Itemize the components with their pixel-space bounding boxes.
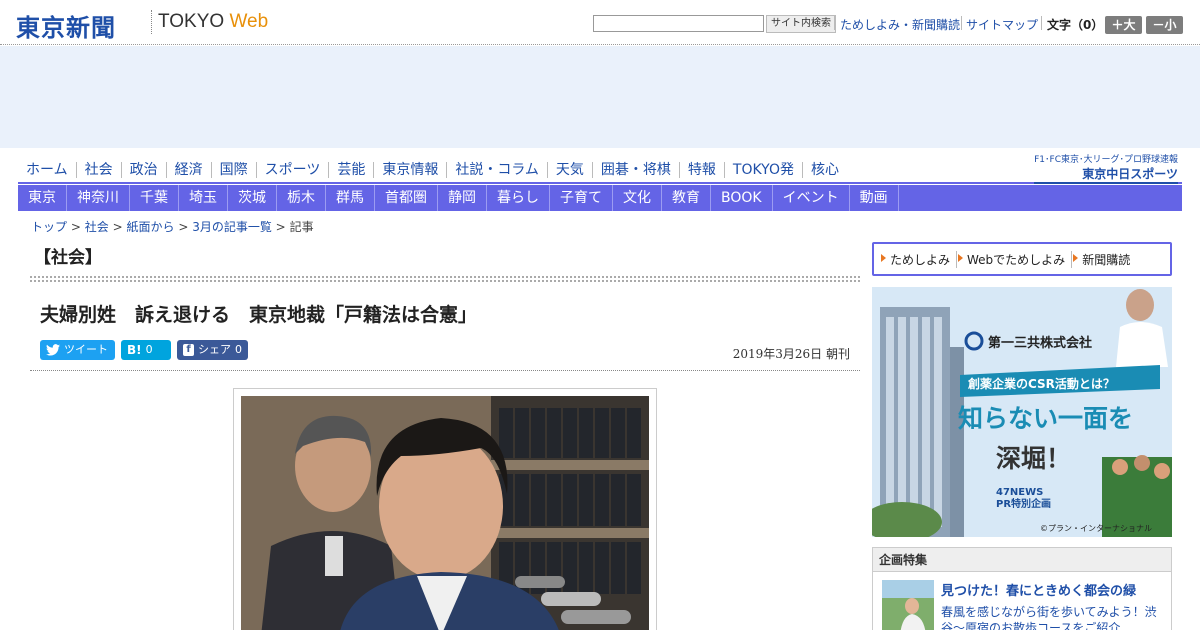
hatena-count: 0 <box>145 343 153 356</box>
breadcrumb-separator: > <box>275 220 286 234</box>
ad-tagline: 創薬企業のCSR活動とは？ <box>967 376 1115 391</box>
tweet-button[interactable]: ツイート <box>40 340 115 360</box>
feature-box: 企画特集 見つけた！春にときめく都会の緑 春風を感じながら街を歩いてみよう！渋谷… <box>872 547 1172 630</box>
main-nav: ホーム 社会 政治 経済 国際 スポーツ 芸能 東京情報 社説・コラム 天気 囲… <box>18 157 1182 184</box>
facebook-share-count: 0 <box>235 343 242 356</box>
nav-item-editorial[interactable]: 社説・コラム <box>447 161 548 178</box>
site-logo[interactable]: 東京新聞 <box>16 8 116 43</box>
breadcrumb-from-paper[interactable]: 紙面から <box>126 220 174 234</box>
subnav-item-culture[interactable]: 文化 <box>613 185 662 211</box>
logo-tokyo-text: TOKYO <box>158 11 225 32</box>
ad-badge-1: 47NEWS <box>996 487 1043 498</box>
header-divider <box>961 16 962 30</box>
twitter-bird-icon <box>46 344 60 356</box>
feature-title-link[interactable]: 見つけた！春にときめく都会の緑 <box>941 580 1136 599</box>
breadcrumb-top[interactable]: トップ <box>31 220 67 234</box>
article-photo-frame <box>233 388 657 630</box>
trial-subscribe-link[interactable]: ためしよみ・新聞購読 <box>840 16 960 33</box>
article-divider <box>30 370 860 371</box>
nav-item-entertainment[interactable]: 芸能 <box>329 161 375 178</box>
breadcrumb-march-list[interactable]: 3月の記事一覧 <box>192 220 272 234</box>
chunichi-sports-logo: 東京中日スポーツ <box>1034 165 1178 184</box>
font-size-down-button[interactable]: －小 <box>1146 16 1183 34</box>
regional-nav: 東京 神奈川 千葉 埼玉 茨城 栃木 群馬 首都圏 静岡 暮らし 子育て 文化 … <box>18 185 1182 211</box>
breadcrumb-separator: > <box>178 220 189 234</box>
subscribe-link[interactable]: 新聞購読 <box>1072 251 1136 268</box>
logo-web-text: Web <box>229 11 269 32</box>
trial-read-link[interactable]: ためしよみ <box>880 250 958 268</box>
nav-item-tokyo-info[interactable]: 東京情報 <box>374 161 448 178</box>
top-ad-area <box>0 46 1200 148</box>
facebook-share-label: シェア <box>198 343 231 356</box>
font-size-up-button[interactable]: ＋大 <box>1105 16 1142 34</box>
chunichi-sports-link[interactable]: F1･FC東京･大リーグ･プロ野球速報 東京中日スポーツ <box>1034 152 1178 184</box>
nav-item-weather[interactable]: 天気 <box>548 161 593 178</box>
feature-thumbnail[interactable] <box>882 580 934 630</box>
subnav-item-video[interactable]: 動画 <box>850 185 899 211</box>
ad-headline-2: 深堀！ <box>996 444 1071 473</box>
nav-item-sports[interactable]: スポーツ <box>257 161 330 178</box>
tweet-label: ツイート <box>64 343 108 356</box>
article-headline: 夫婦別姓 訴え退ける 東京地裁「戸籍法は合憲」 <box>40 304 478 326</box>
subnav-item-book[interactable]: BOOK <box>711 185 773 211</box>
section-divider <box>30 276 860 282</box>
subnav-item-shizuoka[interactable]: 静岡 <box>438 185 487 211</box>
breadcrumb-current: 記事 <box>289 220 314 234</box>
facebook-share-button[interactable]: f シェア 0 <box>177 340 248 360</box>
breadcrumb-separator: > <box>70 220 81 234</box>
subnav-item-gunma[interactable]: 群馬 <box>326 185 375 211</box>
header-divider <box>834 16 835 30</box>
web-trial-read-link[interactable]: Webでためしよみ <box>957 250 1073 268</box>
subnav-item-ibaraki[interactable]: 茨城 <box>228 185 277 211</box>
sidebar-ad-banner[interactable]: 第一三共株式会社 創薬企業のCSR活動とは？ 知らない一面を 深堀！ 47NEW… <box>872 287 1172 537</box>
subnav-item-tochigi[interactable]: 栃木 <box>277 185 326 211</box>
font-size-label: 文字（0） <box>1047 18 1104 32</box>
press-conference-photo <box>241 396 649 630</box>
subnav-item-chiba[interactable]: 千葉 <box>130 185 179 211</box>
site-header: 東京新聞 TOKYO Web サイト内検索 ためしよみ・新聞購読 サイトマップ … <box>0 0 1200 45</box>
ad-badge-2: PR特別企画 <box>996 497 1051 510</box>
feature-heading: 企画特集 <box>873 548 1171 572</box>
breadcrumb-society[interactable]: 社会 <box>85 220 109 234</box>
subnav-item-shutoken[interactable]: 首都圏 <box>375 185 438 211</box>
article-date: 2019年3月26日 朝刊 <box>732 347 850 361</box>
feature-description[interactable]: 春風を感じながら街を歩いてみよう！渋谷～原宿のお散歩コースをご紹介 <box>941 604 1166 630</box>
sitemap-link[interactable]: サイトマップ <box>966 16 1038 33</box>
feature-thumbnail-image <box>882 580 934 630</box>
ad-headline-1: 知らない一面を <box>958 404 1133 433</box>
breadcrumb: トップ > 社会 > 紙面から > 3月の記事一覧 > 記事 <box>31 218 314 235</box>
subnav-item-education[interactable]: 教育 <box>662 185 711 211</box>
nav-item-economy[interactable]: 経済 <box>167 161 212 178</box>
subnav-item-events[interactable]: イベント <box>773 185 850 211</box>
nav-item-home[interactable]: ホーム <box>18 161 77 178</box>
logo-divider <box>151 10 152 34</box>
hatena-bookmark-button[interactable]: B! 0 <box>121 340 171 360</box>
subnav-item-parenting[interactable]: 子育て <box>550 185 613 211</box>
sports-flash-label: F1･FC東京･大リーグ･プロ野球速報 <box>1034 155 1178 165</box>
subnav-item-living[interactable]: 暮らし <box>487 185 550 211</box>
ad-company: 第一三共株式会社 <box>988 335 1092 351</box>
tokyo-web-logo[interactable]: TOKYO Web <box>158 11 268 33</box>
breadcrumb-separator: > <box>112 220 123 234</box>
site-search-input[interactable] <box>593 15 764 32</box>
nav-item-kakushin[interactable]: 核心 <box>803 162 847 178</box>
nav-item-society[interactable]: 社会 <box>77 161 122 178</box>
subnav-item-saitama[interactable]: 埼玉 <box>179 185 228 211</box>
section-title: 【社会】 <box>34 248 102 268</box>
nav-item-tokyo-hatsu[interactable]: TOKYO発 <box>725 161 803 178</box>
nav-item-politics[interactable]: 政治 <box>122 161 167 178</box>
header-divider <box>1041 16 1042 30</box>
nav-item-go-shogi[interactable]: 囲碁・将棋 <box>593 161 680 178</box>
subscription-links: ためしよみ Webでためしよみ 新聞購読 <box>872 242 1172 276</box>
hatena-bookmark-icon: B! <box>127 343 142 357</box>
facebook-f-icon: f <box>183 344 194 356</box>
site-search-button[interactable]: サイト内検索 <box>766 15 836 33</box>
article-photo[interactable] <box>241 396 649 630</box>
nav-item-international[interactable]: 国際 <box>212 161 257 178</box>
nav-item-special-report[interactable]: 特報 <box>680 161 725 178</box>
subnav-item-kanagawa[interactable]: 神奈川 <box>67 185 130 211</box>
ad-credit: ©プラン・インターナショナル <box>1040 524 1152 533</box>
subnav-item-tokyo[interactable]: 東京 <box>18 185 67 211</box>
daiichi-sankyo-ad: 第一三共株式会社 創薬企業のCSR活動とは？ 知らない一面を 深堀！ 47NEW… <box>872 287 1172 537</box>
